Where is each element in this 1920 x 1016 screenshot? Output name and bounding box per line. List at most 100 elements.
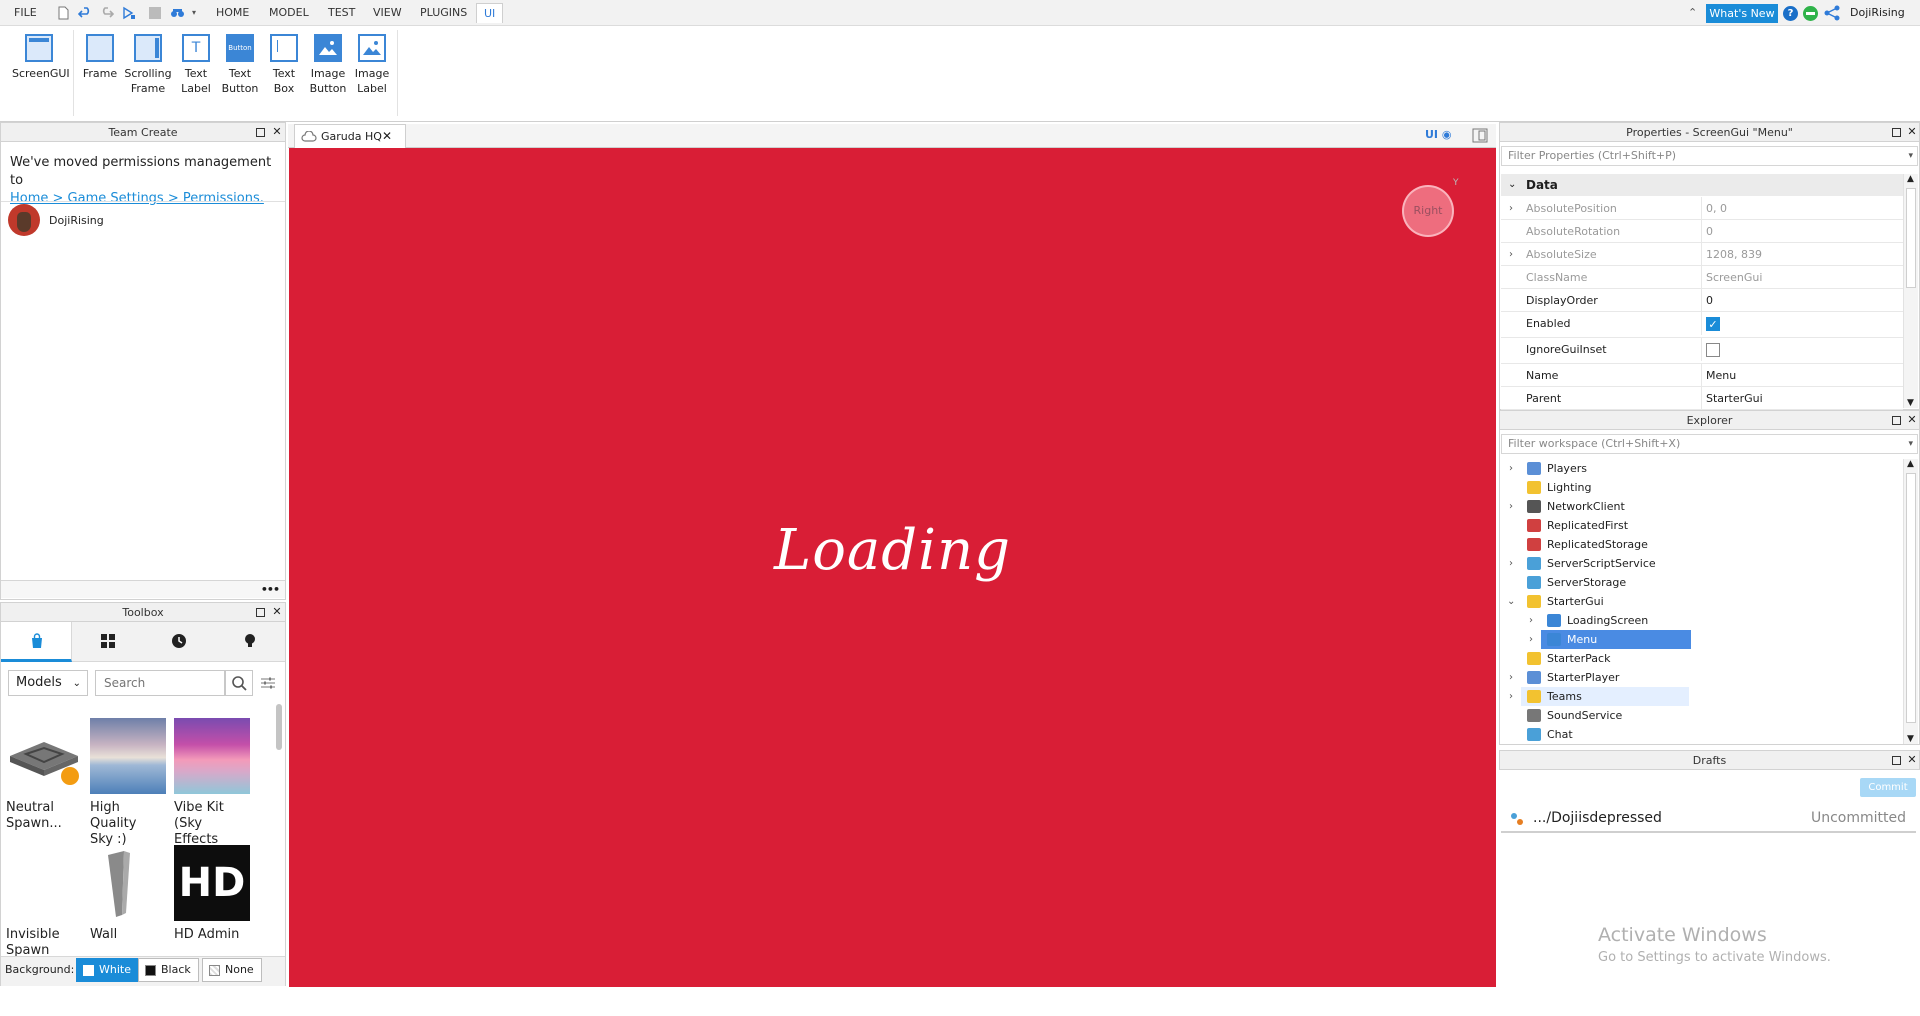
explorer-item[interactable]: › ServerScriptService — [1501, 554, 1901, 573]
help-icon[interactable]: ? — [1783, 6, 1798, 21]
explorer-item[interactable]: Lighting — [1501, 478, 1901, 497]
asset-item[interactable]: Neutral Spawn... — [6, 718, 84, 832]
property-row[interactable]: Name Menu — [1501, 364, 1903, 387]
explorer-item[interactable]: SoundService — [1501, 706, 1901, 725]
text-label-tool-button[interactable]: T Text Label — [178, 34, 214, 96]
explorer-item[interactable]: › NetworkClient — [1501, 497, 1901, 516]
menu-tab-view[interactable]: VIEW — [373, 6, 402, 19]
asset-item[interactable]: High Quality Sky :) — [90, 718, 168, 848]
properties-scrollbar[interactable]: ▲ ▼ — [1903, 174, 1918, 408]
menu-tab-home[interactable]: HOME — [216, 6, 249, 19]
bg-option-none[interactable]: None — [202, 958, 262, 982]
chevron-right-icon[interactable]: › — [1529, 611, 1533, 630]
asset-item[interactable]: Vibe Kit (Sky Effects Only) — [174, 718, 252, 864]
explorer-item[interactable]: ServerStorage — [1501, 573, 1901, 592]
explorer-item[interactable]: › Players — [1501, 459, 1901, 478]
chevron-right-icon[interactable]: › — [1529, 630, 1533, 649]
menu-tab-model[interactable]: MODEL — [269, 6, 309, 19]
menu-file[interactable]: FILE — [14, 6, 37, 19]
property-row[interactable]: Enabled ✓ — [1501, 312, 1903, 338]
chevron-right-icon[interactable]: › — [1509, 197, 1513, 220]
property-row[interactable]: IgnoreGuiInset — [1501, 338, 1903, 364]
chevron-right-icon[interactable]: › — [1509, 687, 1513, 706]
explorer-item[interactable]: ReplicatedStorage — [1501, 535, 1901, 554]
explorer-item[interactable]: › StarterPlayer — [1501, 668, 1901, 687]
asset-item[interactable]: Wall — [90, 845, 168, 943]
explorer-filter-input[interactable]: Filter workspace (Ctrl+Shift+X) ▾ — [1501, 434, 1918, 454]
property-row[interactable]: AbsoluteRotation 0 — [1501, 220, 1903, 243]
maximize-icon[interactable] — [1892, 756, 1901, 765]
tab-inventory[interactable] — [72, 622, 143, 662]
undo-icon[interactable] — [78, 6, 92, 20]
image-button-tool-button[interactable]: Image Button — [308, 34, 348, 96]
asset-item[interactable]: HD HD Admin — [174, 845, 252, 943]
screengui-tool-button[interactable]: ScreenGUI — [12, 34, 70, 81]
explorer-item[interactable]: ⌄ StarterGui — [1501, 592, 1901, 611]
toolbox-scrollbar[interactable] — [276, 704, 282, 750]
chevron-right-icon[interactable]: › — [1509, 243, 1513, 266]
property-row[interactable]: › AbsoluteSize 1208, 839 — [1501, 243, 1903, 266]
maximize-icon[interactable] — [1892, 128, 1901, 137]
property-value[interactable]: 1208, 839 — [1706, 243, 1762, 266]
property-value[interactable]: ScreenGui — [1706, 266, 1762, 289]
customize-chevron-icon[interactable]: ▾ — [192, 8, 196, 17]
status-icon[interactable] — [1803, 6, 1818, 21]
team-icon[interactable] — [170, 6, 186, 20]
close-icon[interactable]: ✕ — [1906, 414, 1918, 426]
more-options-icon[interactable]: ••• — [261, 583, 280, 596]
explorer-scrollbar[interactable]: ▲ ▼ — [1903, 459, 1918, 744]
property-value[interactable]: 0 — [1706, 289, 1713, 312]
maximize-icon[interactable] — [256, 608, 265, 617]
text-button-tool-button[interactable]: Button Text Button — [220, 34, 260, 96]
properties-filter-input[interactable]: Filter Properties (Ctrl+Shift+P) ▾ — [1501, 146, 1918, 166]
explorer-item[interactable]: Chat — [1501, 725, 1901, 744]
scrolling-frame-tool-button[interactable]: Scrolling Frame — [124, 34, 172, 96]
explorer-item[interactable]: › LoadingScreen — [1501, 611, 1901, 630]
property-value[interactable]: StarterGui — [1706, 387, 1763, 410]
chevron-right-icon[interactable]: › — [1509, 554, 1513, 573]
property-value[interactable]: 0, 0 — [1706, 197, 1727, 220]
frame-tool-button[interactable]: Frame — [80, 34, 120, 81]
share-icon[interactable] — [1824, 5, 1840, 21]
property-row[interactable]: Parent StarterGui — [1501, 387, 1903, 410]
maximize-icon[interactable] — [256, 128, 265, 137]
ui-visibility-toggle[interactable]: UI ◉ — [1425, 128, 1451, 141]
chevron-right-icon[interactable]: › — [1509, 668, 1513, 687]
close-icon[interactable]: ✕ — [271, 126, 283, 138]
property-row[interactable]: DisplayOrder 0 — [1501, 289, 1903, 312]
asset-item[interactable]: Invisible Spawn — [6, 845, 84, 959]
text-box-tool-button[interactable]: Text Box — [266, 34, 302, 96]
close-icon[interactable]: ✕ — [1906, 754, 1918, 766]
view-orientation-gizmo[interactable]: Right — [1402, 185, 1454, 237]
search-button[interactable] — [225, 670, 253, 696]
chevron-right-icon[interactable]: › — [1509, 497, 1513, 516]
commit-button[interactable]: Commit — [1860, 778, 1916, 797]
whats-new-button[interactable]: What's New — [1706, 4, 1778, 23]
play-here-icon[interactable] — [122, 6, 136, 20]
property-value[interactable]: 0 — [1706, 220, 1713, 243]
bg-option-white[interactable]: White — [76, 958, 139, 982]
permissions-link[interactable]: Home > Game Settings > Permissions. — [10, 191, 264, 206]
stop-icon[interactable] — [148, 6, 162, 20]
image-label-tool-button[interactable]: Image Label — [352, 34, 392, 96]
explorer-item[interactable]: ReplicatedFirst — [1501, 516, 1901, 535]
property-checkbox[interactable] — [1706, 343, 1720, 357]
menu-tab-test[interactable]: TEST — [328, 6, 355, 19]
menu-tab-plugins[interactable]: PLUGINS — [420, 6, 467, 19]
property-checkbox[interactable]: ✓ — [1706, 317, 1720, 331]
new-file-icon[interactable] — [56, 6, 70, 20]
bg-option-black[interactable]: Black — [138, 958, 199, 982]
close-icon[interactable]: ✕ — [271, 606, 283, 618]
explorer-item[interactable]: StarterPack — [1501, 649, 1901, 668]
close-icon[interactable]: ✕ — [1906, 126, 1918, 138]
collapse-ribbon-icon[interactable]: ⌃ — [1688, 6, 1697, 19]
explorer-item[interactable]: › Teams — [1501, 687, 1901, 706]
property-row[interactable]: ClassName ScreenGui — [1501, 266, 1903, 289]
tab-recent[interactable] — [143, 622, 214, 662]
close-tab-icon[interactable]: ✕ — [382, 129, 392, 143]
tab-creations[interactable] — [214, 622, 285, 662]
username-label[interactable]: DojiRising — [1850, 6, 1905, 19]
filter-icon[interactable] — [260, 676, 276, 690]
tab-marketplace[interactable] — [1, 622, 72, 662]
chevron-right-icon[interactable]: › — [1509, 459, 1513, 478]
